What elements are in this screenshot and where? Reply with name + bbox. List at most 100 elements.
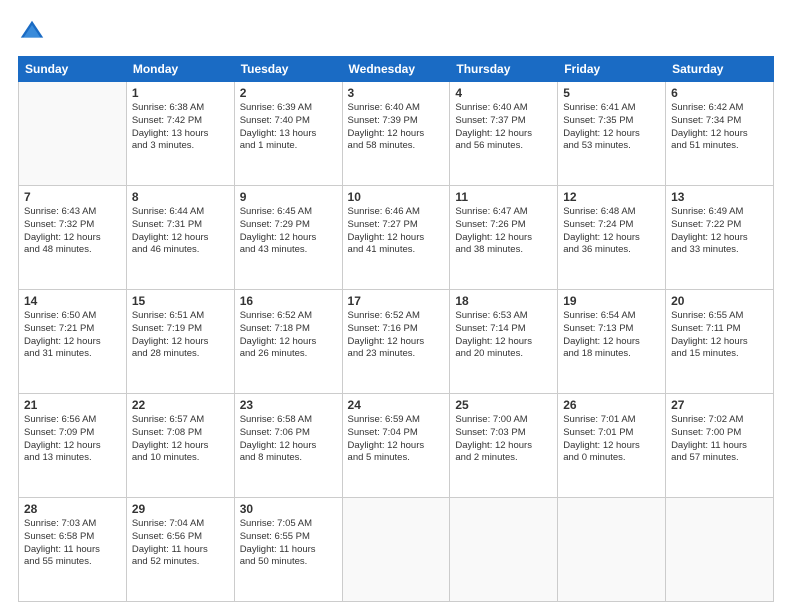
day-number: 13: [671, 190, 768, 204]
daylight-value: and 31 minutes.: [24, 348, 121, 361]
daylight-label: Daylight: 12 hours: [563, 232, 660, 245]
day-number: 30: [240, 502, 337, 516]
sunset-line: Sunset: 7:22 PM: [671, 219, 768, 232]
sunrise-line: Sunrise: 6:46 AM: [348, 206, 445, 219]
day-number: 11: [455, 190, 552, 204]
calendar-cell: 15Sunrise: 6:51 AMSunset: 7:19 PMDayligh…: [126, 290, 234, 394]
sunrise-line: Sunrise: 6:48 AM: [563, 206, 660, 219]
calendar-cell: 6Sunrise: 6:42 AMSunset: 7:34 PMDaylight…: [666, 82, 774, 186]
sunrise-line: Sunrise: 6:53 AM: [455, 310, 552, 323]
sunrise-line: Sunrise: 6:52 AM: [348, 310, 445, 323]
sunset-line: Sunset: 7:31 PM: [132, 219, 229, 232]
sunrise-line: Sunrise: 6:57 AM: [132, 414, 229, 427]
calendar-cell: 22Sunrise: 6:57 AMSunset: 7:08 PMDayligh…: [126, 394, 234, 498]
sunrise-line: Sunrise: 6:50 AM: [24, 310, 121, 323]
daylight-value: and 43 minutes.: [240, 244, 337, 257]
day-number: 7: [24, 190, 121, 204]
calendar-cell: 8Sunrise: 6:44 AMSunset: 7:31 PMDaylight…: [126, 186, 234, 290]
calendar-cell: 27Sunrise: 7:02 AMSunset: 7:00 PMDayligh…: [666, 394, 774, 498]
sunrise-line: Sunrise: 6:40 AM: [455, 102, 552, 115]
daylight-value: and 0 minutes.: [563, 452, 660, 465]
daylight-value: and 5 minutes.: [348, 452, 445, 465]
daylight-value: and 55 minutes.: [24, 556, 121, 569]
sunset-line: Sunset: 7:42 PM: [132, 115, 229, 128]
sunrise-line: Sunrise: 6:39 AM: [240, 102, 337, 115]
calendar-cell: 2Sunrise: 6:39 AMSunset: 7:40 PMDaylight…: [234, 82, 342, 186]
day-number: 2: [240, 86, 337, 100]
sunrise-line: Sunrise: 6:49 AM: [671, 206, 768, 219]
sunset-line: Sunset: 7:39 PM: [348, 115, 445, 128]
daylight-value: and 13 minutes.: [24, 452, 121, 465]
sunrise-line: Sunrise: 6:38 AM: [132, 102, 229, 115]
day-number: 24: [348, 398, 445, 412]
day-number: 21: [24, 398, 121, 412]
day-number: 9: [240, 190, 337, 204]
sunrise-line: Sunrise: 7:03 AM: [24, 518, 121, 531]
daylight-label: Daylight: 11 hours: [671, 440, 768, 453]
sunrise-line: Sunrise: 6:55 AM: [671, 310, 768, 323]
daylight-label: Daylight: 11 hours: [240, 544, 337, 557]
daylight-value: and 52 minutes.: [132, 556, 229, 569]
daylight-value: and 50 minutes.: [240, 556, 337, 569]
day-number: 14: [24, 294, 121, 308]
sunrise-line: Sunrise: 6:52 AM: [240, 310, 337, 323]
daylight-label: Daylight: 12 hours: [348, 336, 445, 349]
weekday-header-thursday: Thursday: [450, 57, 558, 82]
calendar-cell: 7Sunrise: 6:43 AMSunset: 7:32 PMDaylight…: [19, 186, 127, 290]
sunset-line: Sunset: 7:01 PM: [563, 427, 660, 440]
calendar-cell: 9Sunrise: 6:45 AMSunset: 7:29 PMDaylight…: [234, 186, 342, 290]
daylight-value: and 15 minutes.: [671, 348, 768, 361]
day-number: 22: [132, 398, 229, 412]
page: SundayMondayTuesdayWednesdayThursdayFrid…: [0, 0, 792, 612]
sunset-line: Sunset: 6:56 PM: [132, 531, 229, 544]
sunset-line: Sunset: 7:24 PM: [563, 219, 660, 232]
sunset-line: Sunset: 7:13 PM: [563, 323, 660, 336]
daylight-value: and 20 minutes.: [455, 348, 552, 361]
sunset-line: Sunset: 7:09 PM: [24, 427, 121, 440]
sunset-line: Sunset: 7:16 PM: [348, 323, 445, 336]
calendar-cell: 21Sunrise: 6:56 AMSunset: 7:09 PMDayligh…: [19, 394, 127, 498]
daylight-label: Daylight: 11 hours: [24, 544, 121, 557]
sunset-line: Sunset: 7:19 PM: [132, 323, 229, 336]
daylight-label: Daylight: 12 hours: [671, 336, 768, 349]
calendar-cell: [342, 498, 450, 602]
day-number: 10: [348, 190, 445, 204]
day-number: 19: [563, 294, 660, 308]
daylight-label: Daylight: 12 hours: [240, 232, 337, 245]
daylight-value: and 53 minutes.: [563, 140, 660, 153]
weekday-header-tuesday: Tuesday: [234, 57, 342, 82]
sunrise-line: Sunrise: 6:51 AM: [132, 310, 229, 323]
daylight-label: Daylight: 12 hours: [132, 440, 229, 453]
sunrise-line: Sunrise: 7:02 AM: [671, 414, 768, 427]
day-number: 4: [455, 86, 552, 100]
sunset-line: Sunset: 7:14 PM: [455, 323, 552, 336]
calendar-body: 1Sunrise: 6:38 AMSunset: 7:42 PMDaylight…: [19, 82, 774, 602]
calendar-cell: 28Sunrise: 7:03 AMSunset: 6:58 PMDayligh…: [19, 498, 127, 602]
daylight-label: Daylight: 12 hours: [348, 440, 445, 453]
calendar-cell: 18Sunrise: 6:53 AMSunset: 7:14 PMDayligh…: [450, 290, 558, 394]
sunset-line: Sunset: 6:55 PM: [240, 531, 337, 544]
header: [18, 18, 774, 46]
calendar-cell: 20Sunrise: 6:55 AMSunset: 7:11 PMDayligh…: [666, 290, 774, 394]
day-number: 18: [455, 294, 552, 308]
weekday-header-sunday: Sunday: [19, 57, 127, 82]
daylight-value: and 3 minutes.: [132, 140, 229, 153]
daylight-label: Daylight: 12 hours: [671, 128, 768, 141]
sunset-line: Sunset: 7:00 PM: [671, 427, 768, 440]
daylight-label: Daylight: 12 hours: [24, 440, 121, 453]
day-number: 25: [455, 398, 552, 412]
calendar-week-2: 7Sunrise: 6:43 AMSunset: 7:32 PMDaylight…: [19, 186, 774, 290]
daylight-label: Daylight: 12 hours: [455, 232, 552, 245]
weekday-header-row: SundayMondayTuesdayWednesdayThursdayFrid…: [19, 57, 774, 82]
calendar-cell: 5Sunrise: 6:41 AMSunset: 7:35 PMDaylight…: [558, 82, 666, 186]
sunset-line: Sunset: 7:40 PM: [240, 115, 337, 128]
sunrise-line: Sunrise: 6:41 AM: [563, 102, 660, 115]
calendar-cell: 16Sunrise: 6:52 AMSunset: 7:18 PMDayligh…: [234, 290, 342, 394]
calendar-cell: 23Sunrise: 6:58 AMSunset: 7:06 PMDayligh…: [234, 394, 342, 498]
calendar-cell: 24Sunrise: 6:59 AMSunset: 7:04 PMDayligh…: [342, 394, 450, 498]
daylight-label: Daylight: 12 hours: [563, 440, 660, 453]
calendar-cell: 10Sunrise: 6:46 AMSunset: 7:27 PMDayligh…: [342, 186, 450, 290]
daylight-value: and 2 minutes.: [455, 452, 552, 465]
daylight-value: and 57 minutes.: [671, 452, 768, 465]
daylight-label: Daylight: 12 hours: [348, 128, 445, 141]
